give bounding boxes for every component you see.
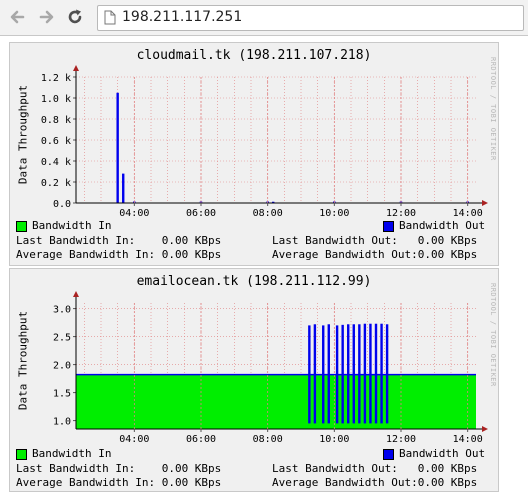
series-bar-bandwidth-out: [327, 324, 330, 424]
y-tick-label: 0.2 k: [41, 178, 71, 189]
series-bar-bandwidth-out: [335, 325, 339, 424]
series-bar-bandwidth-out: [352, 324, 355, 424]
bandwidth-graph-cloudmail: cloudmail.tk (198.211.107.218) Data Thro…: [9, 42, 499, 266]
average-bandwidth-in: Average Bandwidth In: 0.00 KBps: [16, 476, 222, 489]
series-bar-bandwidth-out: [122, 173, 125, 203]
y-tick-label: 0.8 k: [41, 115, 71, 126]
browser-toolbar: 198.211.117.251: [0, 0, 528, 36]
series-bar-bandwidth-out: [313, 324, 317, 424]
x-tick-label: 08:00: [253, 208, 283, 219]
y-tick-label: 1.2 k: [41, 73, 71, 84]
x-tick-label: 12:00: [386, 434, 416, 445]
x-axis-arrow-icon: [482, 426, 488, 432]
series-bar-bandwidth-out: [369, 323, 372, 424]
legend-label-in: Bandwidth In: [32, 219, 112, 232]
address-bar[interactable]: 198.211.117.251: [97, 5, 524, 31]
x-tick-label: 06:00: [186, 208, 216, 219]
series-bar-bandwidth-out: [363, 323, 367, 424]
series-bar-bandwidth-out: [341, 324, 344, 424]
x-tick-label: 06:00: [186, 434, 216, 445]
last-bandwidth-in: Last Bandwidth In: 0.00 KBps: [16, 234, 222, 247]
series-bar-bandwidth-out: [385, 324, 389, 424]
series-bar-bandwidth-out: [308, 325, 311, 424]
series-bar-bandwidth-out: [374, 323, 378, 424]
y-tick-label: 1.5: [53, 389, 71, 400]
x-axis-arrow-icon: [482, 200, 488, 206]
y-tick-label: 2.5: [53, 333, 71, 344]
legend-label-out: Bandwidth Out: [399, 219, 486, 232]
x-tick-label: 14:00: [453, 208, 483, 219]
page-icon: [104, 10, 116, 25]
series-bar-bandwidth-out: [347, 324, 350, 424]
series-bar-bandwidth-out: [358, 324, 361, 424]
series-area-bandwidth-in: [76, 374, 476, 429]
y-tick-label: 1.0 k: [41, 94, 71, 105]
average-bandwidth-out: Average Bandwidth Out:0.00 KBps: [272, 248, 478, 261]
y-axis-arrow-icon: [73, 291, 79, 297]
last-bandwidth-out: Last Bandwidth Out: 0.00 KBps: [272, 234, 478, 247]
x-tick-label: 08:00: [253, 434, 283, 445]
last-bandwidth-out: Last Bandwidth Out: 0.00 KBps: [272, 462, 478, 475]
back-arrow-icon[interactable]: [9, 8, 27, 26]
legend-swatch-in: [16, 449, 27, 460]
x-tick-label: 10:00: [319, 208, 349, 219]
y-tick-label: 0.0: [53, 199, 71, 210]
x-tick-label: 12:00: [386, 208, 416, 219]
y-tick-label: 1.0: [53, 417, 71, 428]
y-axis-arrow-icon: [73, 65, 79, 71]
y-tick-label: 2.0: [53, 361, 71, 372]
series-bar-bandwidth-out: [116, 92, 119, 203]
last-bandwidth-in: Last Bandwidth In: 0.00 KBps: [16, 462, 222, 475]
y-tick-label: 0.6 k: [41, 136, 71, 147]
url-text: 198.211.117.251: [122, 9, 243, 25]
legend-swatch-in: [16, 221, 27, 232]
bandwidth-graph-emailocean: emailocean.tk (198.211.112.99) Data Thro…: [9, 268, 499, 492]
forward-arrow-icon[interactable]: [37, 8, 55, 26]
legend-label-out: Bandwidth Out: [399, 447, 486, 460]
average-bandwidth-out: Average Bandwidth Out:0.00 KBps: [272, 476, 478, 489]
legend-label-in: Bandwidth In: [32, 447, 112, 460]
y-tick-label: 3.0: [53, 305, 71, 316]
x-tick-label: 10:00: [319, 434, 349, 445]
x-tick-label: 14:00: [453, 434, 483, 445]
x-tick-label: 04:00: [119, 208, 149, 219]
series-bar-bandwidth-out: [380, 323, 383, 424]
reload-icon[interactable]: [66, 8, 84, 26]
average-bandwidth-in: Average Bandwidth In: 0.00 KBps: [16, 248, 222, 261]
x-tick-label: 04:00: [119, 434, 149, 445]
y-tick-label: 0.4 k: [41, 157, 71, 168]
legend-swatch-out: [383, 221, 394, 232]
series-bar-bandwidth-out: [322, 325, 325, 424]
legend-swatch-out: [383, 449, 394, 460]
